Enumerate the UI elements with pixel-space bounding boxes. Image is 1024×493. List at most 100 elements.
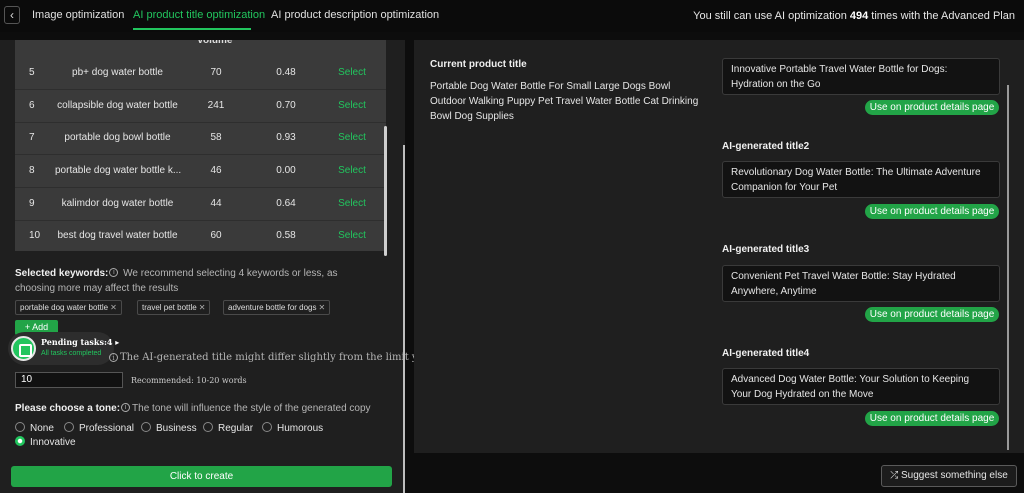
pending-title-text: Pending tasks:4 — [41, 337, 113, 347]
score-cell: 0.64 — [276, 198, 296, 209]
select-link[interactable]: Select — [335, 165, 369, 176]
volume-cell: 60 — [210, 230, 222, 241]
keyword-cell: collapsible dog water bottle — [57, 100, 178, 111]
tone-radio-humorous[interactable]: Humorous — [262, 422, 324, 434]
volume-column-header: volume — [197, 40, 233, 46]
shuffle-icon: ⤮ — [890, 470, 902, 481]
info-icon: i — [109, 352, 118, 362]
tone-radio-innovative[interactable]: Innovative — [15, 436, 76, 448]
tab-ai-product-title-optimization[interactable]: AI product title optimization — [133, 9, 265, 21]
row-index: 10 — [29, 230, 41, 241]
results-panel: Current product title Portable Dog Water… — [414, 40, 1024, 453]
radio-icon — [203, 422, 213, 433]
table-row: 9 kalimdor dog water bottle 44 0.64 Select — [15, 188, 386, 221]
chip-label: travel pet bottle — [142, 303, 197, 312]
page-scrollbar[interactable] — [403, 145, 405, 493]
score-cell: 0.70 — [276, 100, 296, 111]
select-link[interactable]: Select — [335, 230, 369, 241]
chip-label: portable dog water bottle — [20, 303, 109, 312]
radio-checked-icon — [15, 436, 25, 447]
score-cell: 0.58 — [276, 230, 296, 241]
radio-icon — [141, 422, 151, 433]
radio-label: Humorous — [277, 423, 324, 434]
use-title-4-button[interactable]: Use on product details page — [865, 411, 999, 426]
radio-label: Regular — [218, 423, 254, 434]
keyword-chip: portable dog water bottle ✕ — [15, 300, 122, 315]
tone-radio-business[interactable]: Business — [141, 422, 197, 434]
use-title-1-button[interactable]: Use on product details page — [865, 100, 999, 115]
tone-label: Please choose a tone: — [15, 403, 121, 414]
task-list-icon — [11, 336, 36, 361]
select-link[interactable]: Select — [335, 67, 369, 78]
ai-title-2-label: AI-generated title2 — [722, 141, 810, 152]
radio-label: Professional — [79, 423, 135, 434]
current-title-label: Current product title — [430, 59, 527, 70]
selected-keywords-label: Selected keywords: — [15, 268, 109, 279]
add-label: Add — [32, 322, 49, 332]
volume-cell: 46 — [210, 165, 222, 176]
selected-keywords-section: Selected keywords: i We recommend selecti… — [15, 266, 380, 296]
word-limit-input[interactable]: 10 — [15, 372, 123, 388]
quota-text: You still can use AI optimization 494 ti… — [693, 10, 1015, 22]
ai-title-3-text: Convenient Pet Travel Water Bottle: Stay… — [722, 265, 1000, 302]
score-cell: 0.48 — [276, 67, 296, 78]
ai-title-1-text: Innovative Portable Travel Water Bottle … — [722, 58, 1000, 95]
results-scrollbar[interactable] — [1007, 85, 1009, 450]
row-index: 8 — [29, 165, 35, 176]
keyword-cell: portable dog water bottle k... — [55, 165, 182, 176]
close-icon[interactable]: ✕ — [199, 303, 206, 312]
info-icon: i — [121, 403, 131, 413]
select-link[interactable]: Select — [335, 100, 369, 111]
volume-cell: 70 — [210, 67, 222, 78]
select-link[interactable]: Select — [335, 198, 369, 209]
table-scrollbar[interactable] — [384, 126, 387, 256]
table-row: 6 collapsible dog water bottle 241 0.70 Sele… — [15, 90, 386, 123]
tab-image-optimization[interactable]: Image optimization — [32, 9, 124, 21]
close-icon[interactable]: ✕ — [319, 303, 326, 312]
back-chevron-icon[interactable]: ‹ — [4, 6, 20, 24]
keyword-chip: adventure bottle for dogs ✕ — [223, 300, 331, 315]
tone-section: Please choose a tone: i The tone will infl… — [15, 403, 371, 414]
keyword-chip: travel pet bottle ✕ — [137, 300, 211, 315]
quota-count: 494 — [849, 10, 869, 22]
tab-ai-product-description-optimization[interactable]: AI product description optimization — [271, 9, 439, 21]
active-tab-indicator — [133, 28, 251, 30]
keyword-cell: best dog travel water bottle — [57, 230, 178, 241]
suggest-label: Suggest something else — [901, 470, 1008, 481]
volume-cell: 58 — [210, 132, 222, 143]
table-row: 7 portable dog bowl bottle 58 0.93 Select — [15, 122, 386, 155]
use-title-3-button[interactable]: Use on product details page — [865, 307, 999, 322]
tone-radio-regular[interactable]: Regular — [203, 422, 254, 434]
ai-title-3-label: AI-generated title3 — [722, 244, 810, 255]
top-bar: ‹ Image optimization AI product title op… — [0, 0, 1024, 32]
use-title-2-button[interactable]: Use on product details page — [865, 204, 999, 219]
select-link[interactable]: Select — [335, 132, 369, 143]
pending-tasks-widget[interactable]: Pending tasks:4 ▸ All tasks completed — [8, 332, 119, 365]
radio-label: Innovative — [30, 437, 76, 448]
tone-radio-professional[interactable]: Professional — [64, 422, 135, 434]
row-index: 6 — [29, 100, 35, 111]
suggest-something-else-button[interactable]: ⤮ Suggest something else — [881, 465, 1017, 487]
keyword-table: volume 5 pb+ dog water bottle 70 0.48 Select… — [15, 40, 386, 251]
table-row: 8 portable dog water bottle k... 46 0.00 Sel… — [15, 155, 386, 188]
pending-tasks-title: Pending tasks:4 ▸ — [41, 337, 119, 347]
radio-icon — [15, 422, 25, 433]
radio-icon — [64, 422, 74, 433]
radio-label: Business — [156, 423, 197, 434]
tone-radio-none[interactable]: None — [15, 422, 54, 434]
radio-label: None — [30, 423, 54, 434]
ai-title-4-text: Advanced Dog Water Bottle: Your Solution… — [722, 368, 1000, 405]
create-button[interactable]: Click to create — [11, 466, 392, 487]
ai-title-2-text: Revolutionary Dog Water Bottle: The Ulti… — [722, 161, 1000, 198]
pending-tasks-status: All tasks completed — [41, 350, 102, 357]
score-cell: 0.93 — [276, 132, 296, 143]
close-icon[interactable]: ✕ — [110, 303, 117, 312]
keyword-cell: pb+ dog water bottle — [72, 67, 163, 78]
quota-suffix: times with the Advanced Plan — [871, 10, 1015, 22]
word-limit-note: i The AI-generated title might differ sli… — [108, 352, 448, 363]
quota-prefix: You still can use AI optimization — [693, 10, 847, 22]
row-index: 9 — [29, 198, 35, 209]
word-limit-note-text: The AI-generated title might differ slig… — [120, 352, 449, 363]
chip-label: adventure bottle for dogs — [228, 303, 317, 312]
volume-cell: 44 — [210, 198, 222, 209]
